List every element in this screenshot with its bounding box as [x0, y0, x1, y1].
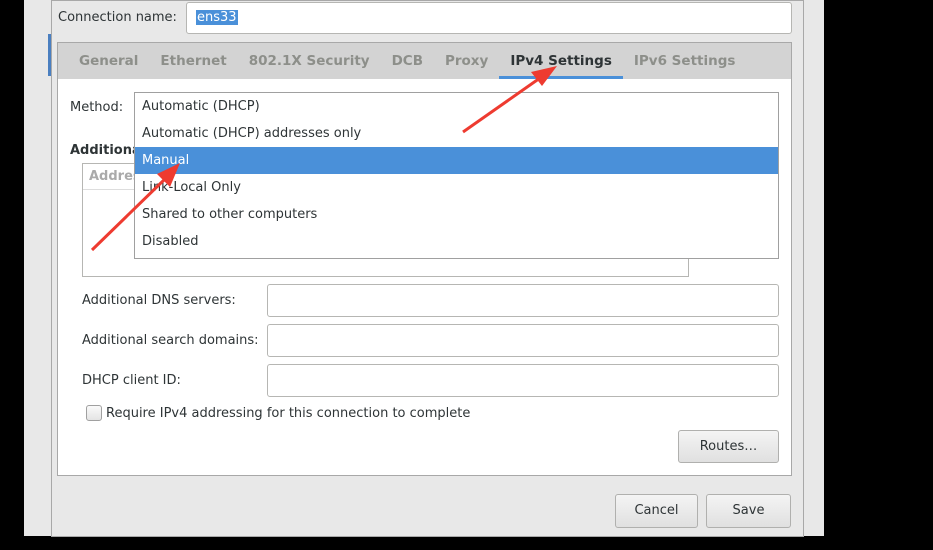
annotation-arrows: [90, 66, 557, 252]
arrow-to-manual-option: [90, 163, 180, 252]
arrow-to-ipv4-tab: [462, 66, 557, 134]
